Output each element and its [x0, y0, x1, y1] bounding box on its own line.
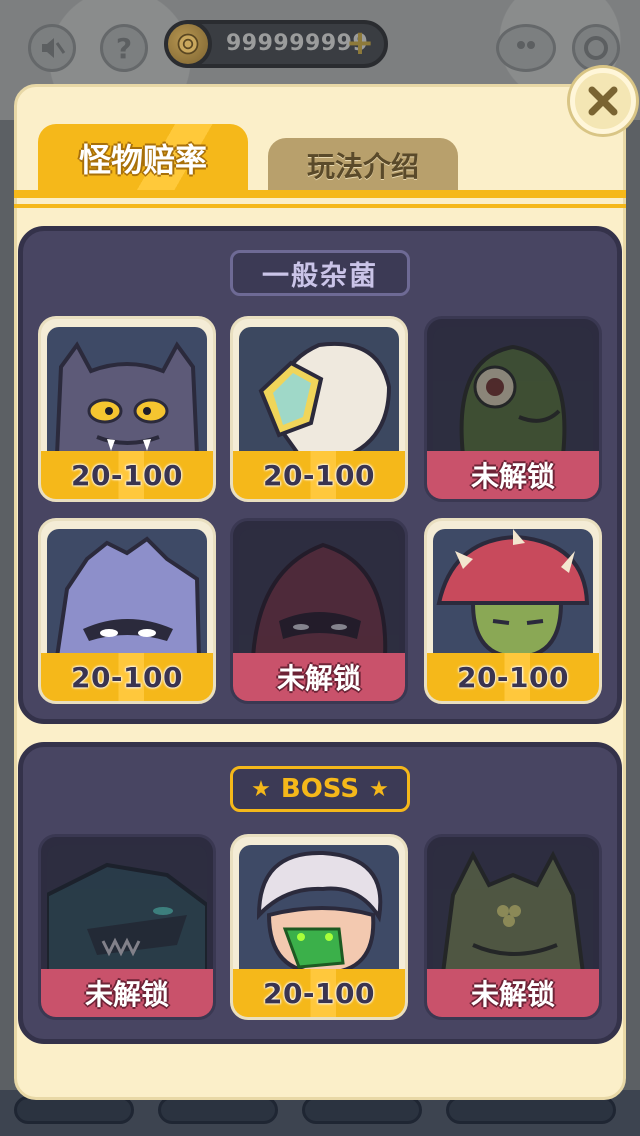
coin-balance-bar: 999999999 +	[164, 20, 388, 68]
tab-monster-odds[interactable]: 怪物赔率	[38, 124, 248, 192]
tab-gameplay-intro[interactable]: 玩法介绍	[268, 138, 458, 192]
star-icon: ★	[369, 776, 389, 802]
settings-gear-icon[interactable]	[572, 24, 620, 72]
monster-card[interactable]: 未解锁	[424, 316, 602, 502]
green-horned-lizard-icon	[433, 845, 593, 973]
help-glyph: ?	[115, 31, 133, 65]
close-icon	[588, 86, 618, 116]
locked-label: 未解锁	[427, 969, 599, 1017]
odds-label: 20-100	[233, 969, 405, 1017]
boss-title-text: BOSS	[280, 774, 360, 804]
monster-card[interactable]: 20-100	[38, 316, 216, 502]
help-icon[interactable]: ?	[100, 24, 148, 72]
white-crystal-shell-icon	[239, 327, 399, 455]
star-icon: ★	[251, 776, 271, 802]
spiked-mushroom-zombie-icon	[433, 529, 593, 657]
green-cyclops-icon	[433, 327, 593, 455]
locked-label: 未解锁	[41, 969, 213, 1017]
sound-off-icon[interactable]	[28, 24, 76, 72]
monster-card[interactable]: 20-100	[230, 316, 408, 502]
close-button[interactable]	[570, 68, 636, 134]
coin-icon	[164, 20, 212, 68]
monster-card[interactable]: 未解锁	[38, 834, 216, 1020]
odds-label: 20-100	[41, 653, 213, 701]
lavender-masked-hedgehog-icon	[47, 529, 207, 657]
monster-card[interactable]: 20-100	[230, 834, 408, 1020]
bottom-button	[14, 1096, 134, 1124]
white-haired-cyborg-boy-icon	[239, 845, 399, 973]
monster-card[interactable]: 20-100	[38, 518, 216, 704]
dark-shark-dragon-icon	[47, 845, 207, 973]
monster-card[interactable]: 未解锁	[230, 518, 408, 704]
bottom-button	[302, 1096, 422, 1124]
menu-icon[interactable]	[496, 24, 556, 72]
bottom-button	[158, 1096, 278, 1124]
bottom-button	[446, 1096, 616, 1124]
section-title-normal: 一般杂菌	[230, 250, 410, 296]
section-title-boss: ★ BOSS ★	[230, 766, 410, 812]
locked-label: 未解锁	[233, 653, 405, 701]
add-coins-button[interactable]: +	[344, 26, 376, 60]
hooded-maroon-ninja-icon	[239, 529, 399, 657]
odds-label: 20-100	[427, 653, 599, 701]
tab-underline	[14, 190, 626, 198]
monster-card[interactable]: 20-100	[424, 518, 602, 704]
odds-label: 20-100	[41, 451, 213, 499]
gray-horned-beast-icon	[47, 327, 207, 455]
tab-underline-thin	[14, 204, 626, 208]
odds-label: 20-100	[233, 451, 405, 499]
locked-label: 未解锁	[427, 451, 599, 499]
monster-card[interactable]: 未解锁	[424, 834, 602, 1020]
